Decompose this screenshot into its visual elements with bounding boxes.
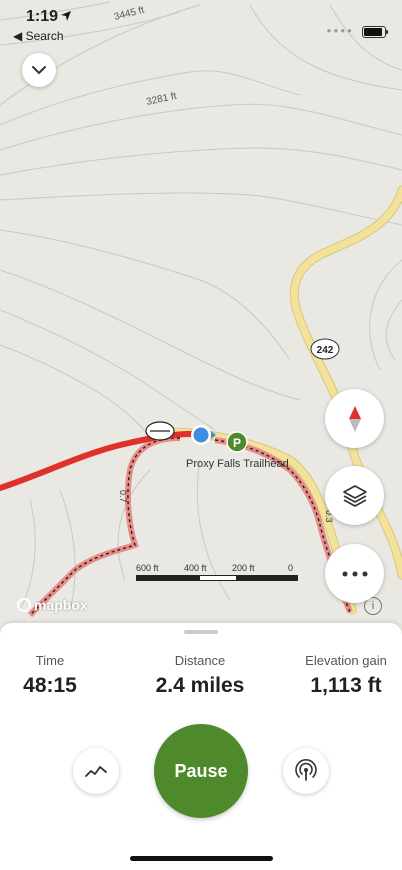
stat-value: 2.4 miles: [155, 674, 245, 697]
stat-elevation-gain: Elevation gain 1,113 ft: [290, 653, 402, 698]
elevation-chart-icon: [85, 766, 107, 777]
elevation-chart-button[interactable]: [73, 748, 119, 794]
battery-icon: [362, 26, 388, 38]
broadcast-button[interactable]: [283, 748, 329, 794]
mapbox-logo-icon: [17, 598, 31, 612]
stat-value: 1,113 ft: [310, 674, 382, 697]
mapbox-attribution[interactable]: mapbox: [17, 597, 88, 613]
layers-button[interactable]: [325, 466, 384, 525]
scale-label: 0: [288, 563, 294, 573]
stat-label: Distance: [174, 653, 226, 668]
stat-label: Elevation gain: [305, 653, 387, 668]
scale-label: 400 ft: [184, 563, 207, 573]
stat-time: Time 48:15: [22, 653, 78, 698]
recording-sheet: Time 48:15 Distance 2.4 miles Elevation …: [0, 623, 402, 870]
scale-label: 200 ft: [232, 563, 255, 573]
chevron-down-icon: [32, 66, 46, 75]
stat-value: 48:15: [23, 674, 77, 697]
home-indicator: [130, 856, 273, 861]
map-canvas: P 242 3445 ft 3281 ft 0.7 0.3: [0, 0, 402, 640]
stat-distance: Distance 2.4 miles: [140, 653, 260, 698]
location-arrow-icon: [61, 11, 71, 21]
scale-label: 600 ft: [136, 563, 159, 573]
route-shield: 242: [317, 345, 334, 356]
trail-distance-label: 0.7: [118, 490, 128, 503]
scale-bar: [136, 575, 298, 581]
svg-text:P: P: [233, 436, 241, 450]
trailhead-label: Proxy Falls Trailhead: [186, 458, 289, 470]
layers-icon: [342, 484, 367, 507]
stat-label: Time: [35, 653, 65, 668]
status-time: 1:19: [26, 8, 59, 25]
compass-button[interactable]: [325, 389, 384, 448]
sheet-drag-handle[interactable]: [184, 630, 218, 634]
status-bar: 1:19 ●●●●: [0, 8, 402, 38]
more-options-button[interactable]: [325, 544, 384, 603]
map-view[interactable]: P 242 3445 ft 3281 ft 0.7 0.3 Proxy Fall…: [0, 0, 402, 640]
mapbox-wordmark: mapbox: [34, 597, 88, 613]
pause-button[interactable]: Pause: [154, 724, 248, 818]
collapse-button[interactable]: [22, 53, 56, 87]
broadcast-icon: [295, 759, 317, 781]
map-scale: 600 ft 400 ft 200 ft 0: [136, 563, 298, 581]
compass-icon: [348, 405, 361, 432]
back-to-search-link[interactable]: ◀ Search: [13, 29, 64, 43]
more-icon: [342, 571, 367, 576]
signal-dots-icon: ●●●●: [326, 26, 354, 35]
